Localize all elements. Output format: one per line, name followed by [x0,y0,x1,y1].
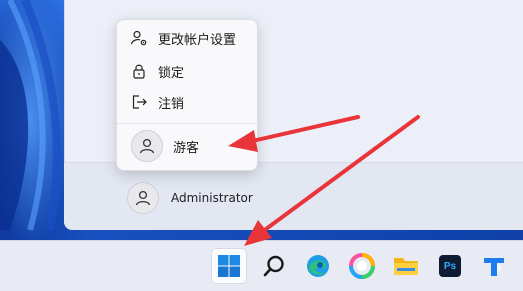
current-user-name: Administrator [171,191,253,205]
taskbar: Ps [0,240,523,291]
edge-button[interactable] [300,248,336,284]
photoshop-icon: Ps [439,255,461,277]
menu-item-change-account-settings[interactable]: 更改帐户设置 [117,23,259,53]
edge-icon [307,255,329,277]
windows-start-icon [218,255,240,277]
search-button[interactable] [256,248,292,284]
file-explorer-icon [394,258,418,275]
guest-user-label: 游客 [173,140,200,156]
lock-icon [130,62,148,80]
menu-divider [117,123,257,124]
app-icon [484,258,504,276]
photoshop-label: Ps [443,260,457,272]
current-user-button[interactable]: Administrator [127,182,253,214]
photos-button[interactable] [344,248,380,284]
menu-item-label: 锁定 [158,65,185,81]
sign-out-icon [130,93,148,111]
menu-item-lock[interactable]: 锁定 [117,56,259,86]
start-button[interactable] [211,248,247,284]
menu-item-sign-out[interactable]: 注销 [117,87,259,117]
account-context-menu: 更改帐户设置 锁定 注销 游客 [116,19,258,171]
account-settings-icon [130,29,148,47]
menu-item-label: 更改帐户设置 [158,32,237,48]
file-explorer-button[interactable] [388,248,424,284]
search-icon [263,255,284,277]
user-avatar-icon [131,130,163,162]
menu-item-guest-user[interactable]: 游客 [131,130,199,162]
menu-item-label: 注销 [158,96,185,112]
user-avatar-icon [127,182,159,214]
photos-icon [349,253,375,279]
app-button[interactable] [476,248,512,284]
photoshop-button[interactable]: Ps [432,248,468,284]
